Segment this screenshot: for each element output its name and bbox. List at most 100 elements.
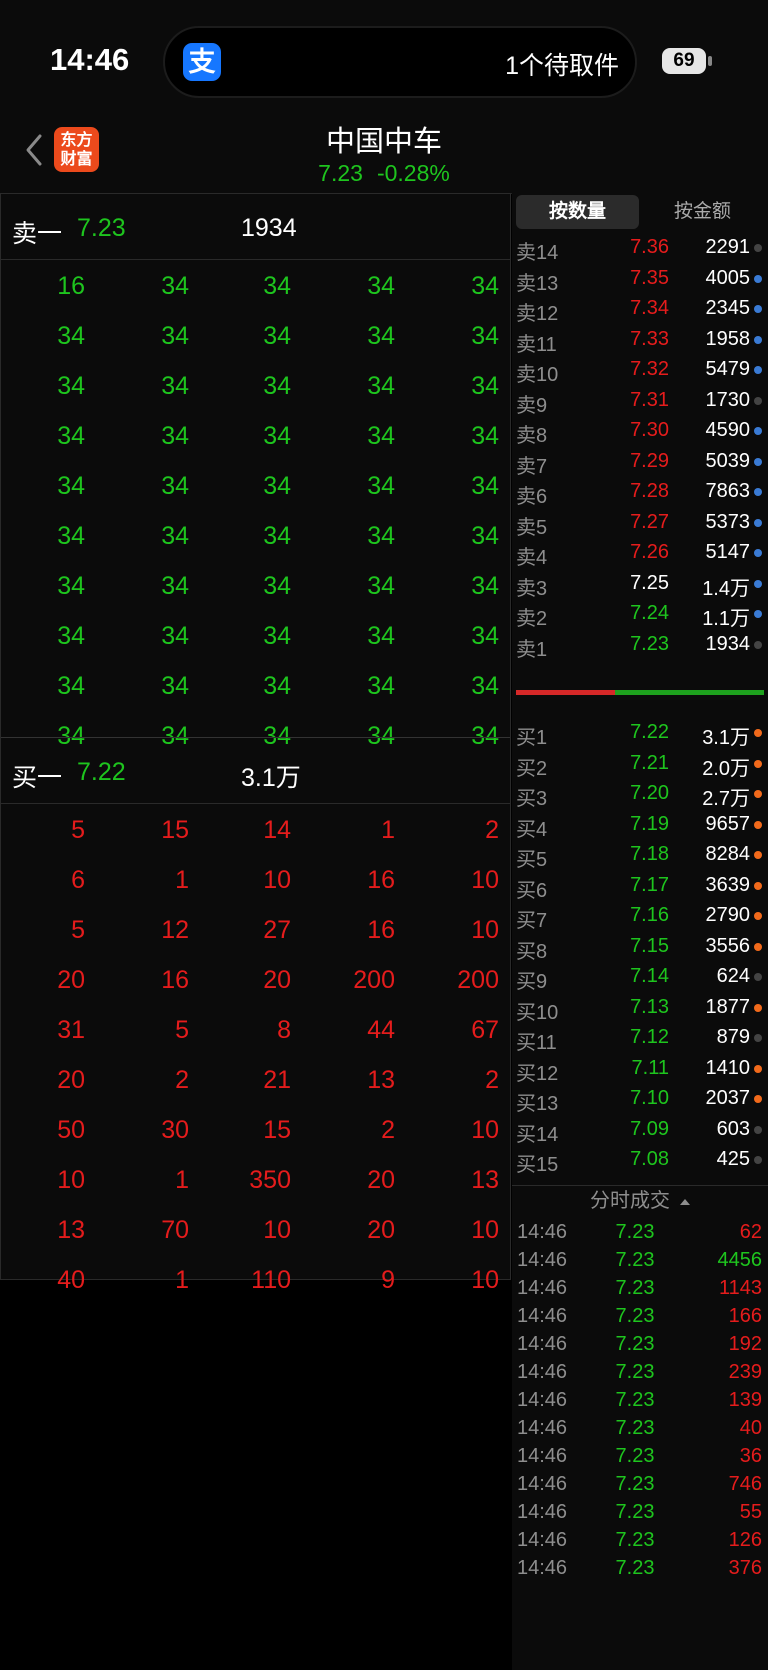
buy-queue-row: 31 5 8 44 67 — [1, 1006, 510, 1054]
queue-order-size: 34 — [161, 572, 189, 600]
order-dot-icon — [754, 1156, 762, 1164]
level-volume: 2345 — [705, 297, 751, 319]
bid-level-row[interactable]: 买12 7.11 1410 — [512, 1052, 768, 1085]
bid-level-row[interactable]: 买4 7.19 9657 — [512, 808, 768, 841]
order-dot-icon — [754, 1064, 762, 1073]
order-dot-icon — [754, 335, 762, 344]
queue-order-size: 34 — [57, 622, 85, 650]
ask-level-row[interactable]: 卖10 7.32 5479 — [512, 353, 768, 386]
queue-order-size: 10 — [263, 866, 291, 894]
queue-order-size: 9 — [381, 1266, 395, 1294]
alipay-icon: 支 — [183, 43, 221, 81]
queue-order-size: 34 — [263, 372, 291, 400]
sell1-summary[interactable]: 卖一 7.23 1934 — [1, 194, 510, 260]
queue-order-size: 34 — [57, 572, 85, 600]
order-dot-icon — [754, 396, 762, 405]
order-queue-panel: 卖一 7.23 1934 16 34 34 34 34 34 34 34 34 34 34 34 34 3… — [0, 193, 511, 1294]
queue-order-size: 34 — [367, 272, 395, 300]
bid-level-row[interactable]: 买1 7.22 3.1万 — [512, 716, 768, 749]
tick-time: 14:46 — [517, 1501, 568, 1523]
queue-order-size: 34 — [367, 622, 395, 650]
tick-volume: 4456 — [717, 1249, 763, 1271]
queue-order-size: 34 — [263, 622, 291, 650]
queue-order-size: 34 — [471, 472, 499, 500]
bid-level-row[interactable]: 买14 7.09 603 — [512, 1113, 768, 1146]
tick-volume: 1143 — [718, 1277, 762, 1299]
stock-header: 东方 财富 中国中车 7.23 -0.28% — [0, 110, 768, 194]
ask-level-row[interactable]: 卖5 7.27 5373 — [512, 506, 768, 539]
order-book-tabs: 按数量 按金额 — [516, 195, 764, 229]
clock: 14:46 — [50, 42, 130, 77]
tick-volume: 166 — [728, 1305, 762, 1327]
queue-order-size: 10 — [471, 1266, 499, 1294]
queue-order-size: 10 — [471, 1116, 499, 1144]
queue-order-size: 14 — [263, 816, 291, 844]
order-dot-icon — [754, 305, 762, 313]
tick-price: 7.23 — [615, 1277, 655, 1299]
level-volume: 4005 — [705, 266, 751, 289]
queue-order-size: 67 — [471, 1016, 499, 1044]
bid-level-row[interactable]: 买15 7.08 425 — [512, 1143, 768, 1176]
queue-order-size: 34 — [161, 472, 189, 500]
queue-order-size: 34 — [263, 422, 291, 450]
queue-order-size: 34 — [471, 622, 499, 650]
ask-level-row[interactable]: 卖7 7.29 5039 — [512, 445, 768, 478]
tick-time: 14:46 — [517, 1557, 568, 1579]
queue-order-size: 16 — [161, 966, 189, 994]
level-volume: 3556 — [705, 934, 751, 957]
ask-level-row[interactable]: 卖9 7.31 1730 — [512, 384, 768, 417]
queue-order-size: 6 — [71, 866, 85, 894]
ask-level-row[interactable]: 卖2 7.24 1.1万 — [512, 597, 768, 630]
tab-by-amount[interactable]: 按金额 — [641, 195, 764, 229]
bid-level-row[interactable]: 买7 7.16 2790 — [512, 899, 768, 932]
bid-level-row[interactable]: 买2 7.21 2.0万 — [512, 747, 768, 780]
buy-queue-row: 50 30 15 2 10 — [1, 1106, 510, 1154]
tick-time: 14:46 — [517, 1389, 568, 1411]
level-volume: 1934 — [705, 632, 751, 655]
bid-level-row[interactable]: 买5 7.18 8284 — [512, 838, 768, 871]
ask-level-row[interactable]: 卖4 7.26 5147 — [512, 536, 768, 569]
sell-queue-row: 34 34 34 34 34 — [1, 612, 510, 660]
bid-level-row[interactable]: 买9 7.14 624 — [512, 960, 768, 993]
ask-level-row[interactable]: 卖13 7.35 4005 — [512, 262, 768, 295]
tick-volume: 192 — [728, 1333, 762, 1355]
ask-level-row[interactable]: 卖3 7.25 1.4万 — [512, 567, 768, 600]
order-dot-icon — [754, 759, 762, 768]
queue-order-size: 2 — [381, 1116, 395, 1144]
order-dot-icon — [754, 1034, 762, 1042]
buy-queue-row: 10 1 350 20 13 — [1, 1156, 510, 1204]
dynamic-island[interactable]: 支 1个待取件 — [163, 26, 637, 98]
tick-row: 14:46 7.23 36 — [512, 1441, 768, 1471]
tick-volume: 376 — [728, 1557, 762, 1579]
bid-level-row[interactable]: 买6 7.17 3639 — [512, 869, 768, 902]
ask-level-row[interactable]: 卖8 7.30 4590 — [512, 414, 768, 447]
ticks-header[interactable]: 分时成交 — [512, 1185, 768, 1216]
buy-ratio-fill — [615, 690, 764, 695]
ask-level-row[interactable]: 卖12 7.34 2345 — [512, 292, 768, 325]
status-bar: 14:46 支 1个待取件 69 — [0, 0, 768, 110]
tick-row: 14:46 7.23 1143 — [512, 1273, 768, 1303]
tab-by-quantity[interactable]: 按数量 — [516, 195, 639, 229]
order-dot-icon — [754, 881, 762, 890]
bid-level-row[interactable]: 买10 7.13 1877 — [512, 991, 768, 1024]
level-volume: 603 — [716, 1117, 750, 1140]
queue-order-size: 34 — [57, 322, 85, 350]
tick-price: 7.23 — [615, 1389, 655, 1411]
tick-price: 7.23 — [615, 1221, 655, 1243]
ask-level-row[interactable]: 卖1 7.23 1934 — [512, 628, 768, 661]
stock-quote: 7.23 -0.28% — [0, 160, 768, 187]
sell-queue-row: 34 34 34 34 34 — [1, 362, 510, 410]
bid-level-row[interactable]: 买3 7.20 2.7万 — [512, 777, 768, 810]
ask-level-row[interactable]: 卖6 7.28 7863 — [512, 475, 768, 508]
bid-level-row[interactable]: 买11 7.12 879 — [512, 1021, 768, 1054]
ask-level-row[interactable]: 卖14 7.36 2291 — [512, 231, 768, 264]
change-percent: -0.28% — [376, 160, 450, 186]
bid-level-row[interactable]: 买8 7.15 3556 — [512, 930, 768, 963]
queue-order-size: 21 — [263, 1066, 291, 1094]
queue-order-size: 34 — [57, 522, 85, 550]
buy1-summary[interactable]: 买一 7.22 3.1万 — [1, 738, 510, 804]
tick-price: 7.23 — [615, 1305, 655, 1327]
ask-level-row[interactable]: 卖11 7.33 1958 — [512, 323, 768, 356]
tick-row: 14:46 7.23 139 — [512, 1385, 768, 1415]
bid-level-row[interactable]: 买13 7.10 2037 — [512, 1082, 768, 1115]
